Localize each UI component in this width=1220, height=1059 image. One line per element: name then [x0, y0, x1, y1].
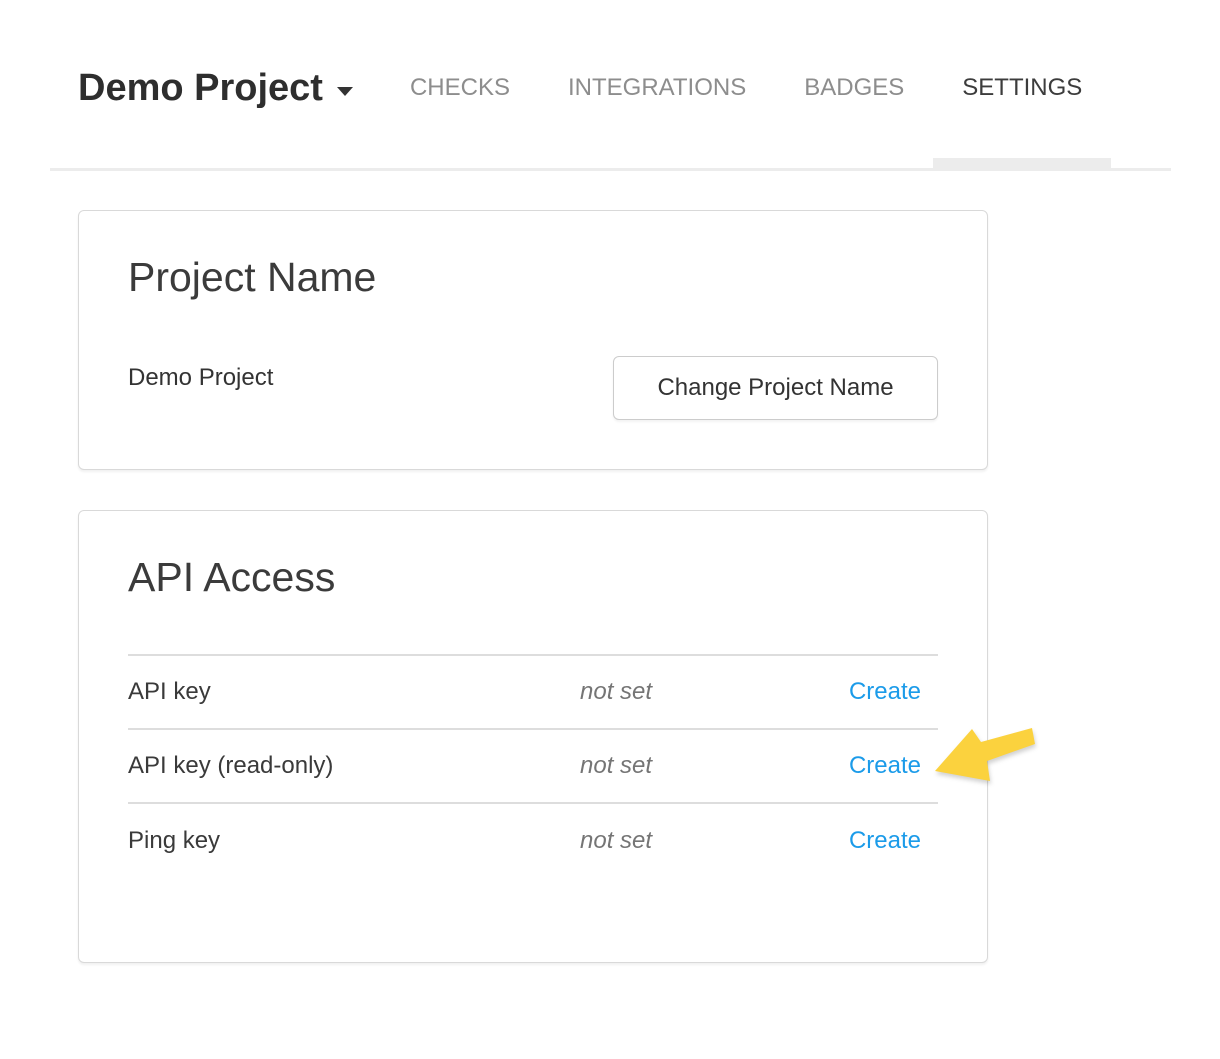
project-title: Demo Project — [78, 67, 323, 110]
api-key-readonly-value: not set — [580, 752, 838, 780]
nav-tabs: CHECKS INTEGRATIONS BADGES SETTINGS — [381, 0, 1111, 170]
api-key-readonly-label: API key (read-only) — [128, 752, 580, 780]
table-row-ping-key: Ping key not set Create — [128, 804, 938, 878]
create-ping-key-link[interactable]: Create — [849, 827, 921, 854]
api-key-value: not set — [580, 678, 838, 706]
create-api-key-link[interactable]: Create — [849, 678, 921, 705]
api-keys-table: API key not set Create API key (read-onl… — [128, 654, 938, 878]
api-key-readonly-action-cell: Create — [838, 752, 938, 780]
caret-down-icon — [337, 87, 353, 96]
tab-integrations[interactable]: INTEGRATIONS — [539, 0, 775, 170]
project-name-row: Demo Project Change Project Name — [128, 356, 938, 420]
api-key-label: API key — [128, 678, 580, 706]
current-project-name: Demo Project — [128, 356, 273, 392]
tab-checks[interactable]: CHECKS — [381, 0, 539, 170]
project-switcher-dropdown[interactable]: Demo Project — [78, 0, 353, 170]
table-row-api-key-readonly: API key (read-only) not set Create — [128, 730, 938, 804]
project-settings-page: Demo Project CHECKS INTEGRATIONS BADGES … — [0, 0, 1220, 1059]
tab-settings[interactable]: SETTINGS — [933, 0, 1111, 170]
create-api-key-readonly-link[interactable]: Create — [849, 752, 921, 779]
change-project-name-button[interactable]: Change Project Name — [613, 356, 938, 420]
api-key-action-cell: Create — [838, 678, 938, 706]
project-name-card-title: Project Name — [128, 211, 938, 301]
ping-key-label: Ping key — [128, 827, 580, 855]
api-access-card-title: API Access — [128, 511, 938, 601]
tab-badges[interactable]: BADGES — [775, 0, 933, 170]
top-nav: Demo Project CHECKS INTEGRATIONS BADGES … — [78, 0, 1111, 170]
ping-key-value: not set — [580, 827, 838, 855]
ping-key-action-cell: Create — [838, 827, 938, 855]
table-row-api-key: API key not set Create — [128, 656, 938, 730]
api-access-card: API Access API key not set Create API ke… — [78, 510, 988, 963]
nav-divider — [50, 168, 1171, 171]
project-name-card: Project Name Demo Project Change Project… — [78, 210, 988, 470]
